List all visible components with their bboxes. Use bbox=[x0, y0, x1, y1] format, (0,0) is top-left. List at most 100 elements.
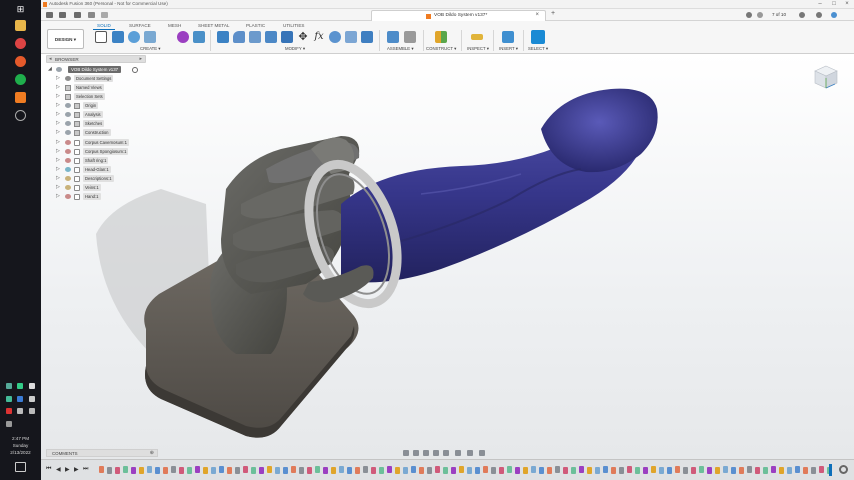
add-comment-icon[interactable]: ⊕ bbox=[150, 450, 154, 456]
measure-icon[interactable] bbox=[471, 34, 483, 40]
tray-icon[interactable] bbox=[6, 383, 12, 389]
tab-utilities[interactable]: UTILITIES bbox=[283, 23, 304, 28]
browser-item-origin[interactable]: ▷ Origin bbox=[56, 102, 151, 110]
move-copy-icon[interactable]: ✥ bbox=[297, 31, 309, 43]
browser-item-component[interactable]: ▷ Hand:1 bbox=[56, 193, 151, 201]
create-sketch-icon[interactable] bbox=[95, 31, 107, 43]
expand-arrow-icon[interactable]: ▷ bbox=[56, 102, 60, 108]
extensions-icon[interactable] bbox=[746, 12, 752, 18]
browser-item-sketches[interactable]: ▷ Sketches bbox=[56, 120, 151, 128]
visibility-eye-icon[interactable] bbox=[65, 130, 71, 135]
expand-arrow-icon[interactable]: ▷ bbox=[56, 120, 60, 126]
save-icon[interactable] bbox=[74, 12, 81, 18]
browser-item-component[interactable]: ▷ Veins:1 bbox=[56, 184, 151, 192]
chrome-icon[interactable] bbox=[15, 38, 26, 49]
create-group-label[interactable]: CREATE ▾ bbox=[140, 46, 160, 52]
visibility-eye-icon[interactable] bbox=[65, 149, 71, 154]
joint-icon[interactable] bbox=[404, 31, 416, 43]
visibility-eye-icon[interactable] bbox=[65, 194, 71, 199]
construct-group-label[interactable]: CONSTRUCT ▾ bbox=[426, 46, 456, 52]
browser-item-analysis[interactable]: ▷ Analysis bbox=[56, 111, 151, 119]
offset-plane-icon[interactable] bbox=[435, 31, 447, 43]
expand-arrow-icon[interactable]: ▷ bbox=[56, 148, 60, 154]
visibility-eye-icon[interactable] bbox=[65, 185, 71, 190]
expand-arrow-icon[interactable]: ◢ bbox=[48, 66, 52, 72]
notifications-bell-icon[interactable] bbox=[799, 12, 805, 18]
fillet-icon[interactable] bbox=[233, 31, 245, 43]
wifi-icon[interactable] bbox=[17, 408, 23, 414]
expand-arrow-icon[interactable]: ▷ bbox=[56, 175, 60, 181]
workspace-switcher-button[interactable]: DESIGN ▾ bbox=[47, 29, 84, 49]
minimize-button[interactable]: – bbox=[814, 0, 826, 9]
redo-icon[interactable] bbox=[101, 12, 108, 18]
data-panel-icon[interactable] bbox=[46, 12, 53, 18]
visibility-eye-icon[interactable] bbox=[56, 67, 62, 72]
zoom-icon[interactable] bbox=[433, 450, 439, 456]
display-settings-icon[interactable] bbox=[455, 450, 461, 456]
browser-item-named-views[interactable]: ▷ Named Views bbox=[56, 84, 151, 92]
browser-header[interactable]: ◂ BROWSER ▸ bbox=[46, 55, 146, 63]
browser-item-component[interactable]: ▷ Corpus Cavernosum:1 bbox=[56, 139, 151, 147]
insert-image-icon[interactable] bbox=[502, 31, 514, 43]
tray-icon[interactable] bbox=[29, 396, 35, 402]
file-explorer-icon[interactable] bbox=[15, 20, 26, 31]
combine-icon[interactable] bbox=[281, 31, 293, 43]
browser-options-icon[interactable]: ▸ bbox=[139, 56, 142, 62]
document-pager[interactable]: 7 of 10 bbox=[766, 11, 792, 19]
expand-arrow-icon[interactable]: ▷ bbox=[56, 129, 60, 135]
undo-icon[interactable] bbox=[88, 12, 95, 18]
browser-item-document-settings[interactable]: ▷ Document Settings bbox=[56, 75, 151, 83]
collapse-icon[interactable]: ◂ bbox=[49, 56, 52, 62]
browser-item-component[interactable]: ▷ Head-Glan:1 bbox=[56, 166, 151, 174]
pattern-icon[interactable] bbox=[193, 31, 205, 43]
expand-arrow-icon[interactable]: ▷ bbox=[56, 84, 60, 90]
align-icon[interactable] bbox=[361, 31, 373, 43]
expand-arrow-icon[interactable]: ▷ bbox=[56, 111, 60, 117]
scale-icon[interactable] bbox=[329, 31, 341, 43]
form-icon[interactable] bbox=[177, 31, 189, 43]
maximize-button[interactable]: □ bbox=[828, 0, 840, 9]
visibility-eye-icon[interactable] bbox=[65, 167, 71, 172]
visibility-eye-icon[interactable] bbox=[65, 103, 71, 108]
step-forward-icon[interactable]: ▶ bbox=[74, 466, 79, 473]
document-tab[interactable]: VOB Dildo System v137* × bbox=[371, 10, 546, 21]
comments-panel[interactable]: COMMENTS ⊕ bbox=[46, 449, 158, 457]
3d-viewport[interactable]: ◂ BROWSER ▸ ◢ VOB Dildo System v137 ▷ Do… bbox=[41, 54, 854, 459]
3d-model[interactable] bbox=[41, 54, 854, 459]
go-to-end-icon[interactable]: ⏭ bbox=[83, 466, 88, 473]
timeline-settings-gear-icon[interactable] bbox=[839, 465, 848, 474]
tray-icon[interactable] bbox=[17, 396, 23, 402]
notifications-icon[interactable] bbox=[15, 462, 26, 472]
hole-icon[interactable] bbox=[144, 31, 156, 43]
visibility-eye-icon[interactable] bbox=[65, 112, 71, 117]
look-at-icon[interactable] bbox=[413, 450, 419, 456]
visibility-eye-icon[interactable] bbox=[65, 121, 71, 126]
new-component-icon[interactable] bbox=[387, 31, 399, 43]
browser-item-selection-sets[interactable]: ▷ Selection Sets bbox=[56, 93, 151, 101]
select-icon[interactable] bbox=[531, 30, 545, 44]
expand-arrow-icon[interactable]: ▷ bbox=[56, 139, 60, 145]
assemble-group-label[interactable]: ASSEMBLE ▾ bbox=[387, 46, 414, 52]
volume-icon[interactable] bbox=[29, 408, 35, 414]
language-icon[interactable] bbox=[6, 421, 12, 427]
tab-plastic[interactable]: PLASTIC bbox=[246, 23, 265, 28]
expand-arrow-icon[interactable]: ▷ bbox=[56, 184, 60, 190]
inspect-group-label[interactable]: INSPECT ▾ bbox=[467, 46, 489, 52]
parameters-icon[interactable]: fx bbox=[313, 31, 325, 43]
grid-snaps-icon[interactable] bbox=[467, 450, 473, 456]
press-pull-icon[interactable] bbox=[217, 31, 229, 43]
revolve-icon[interactable] bbox=[128, 31, 140, 43]
play-icon[interactable]: ▶ bbox=[65, 466, 70, 473]
browser-root-row[interactable]: ◢ VOB Dildo System v137 bbox=[46, 66, 146, 74]
browser-icon[interactable] bbox=[15, 56, 26, 67]
modify-group-label[interactable]: MODIFY ▾ bbox=[285, 46, 305, 52]
file-menu-icon[interactable] bbox=[59, 12, 66, 18]
tab-surface[interactable]: SURFACE bbox=[129, 23, 151, 28]
chat-app-icon[interactable] bbox=[15, 74, 26, 85]
visibility-eye-icon[interactable] bbox=[65, 140, 71, 145]
tray-icon[interactable] bbox=[29, 383, 35, 389]
job-status-icon[interactable] bbox=[757, 12, 763, 18]
tab-mesh[interactable]: MESH bbox=[168, 23, 181, 28]
tab-solid[interactable]: SOLID bbox=[97, 23, 111, 28]
windows-start-icon[interactable]: ⊞ bbox=[15, 4, 26, 15]
